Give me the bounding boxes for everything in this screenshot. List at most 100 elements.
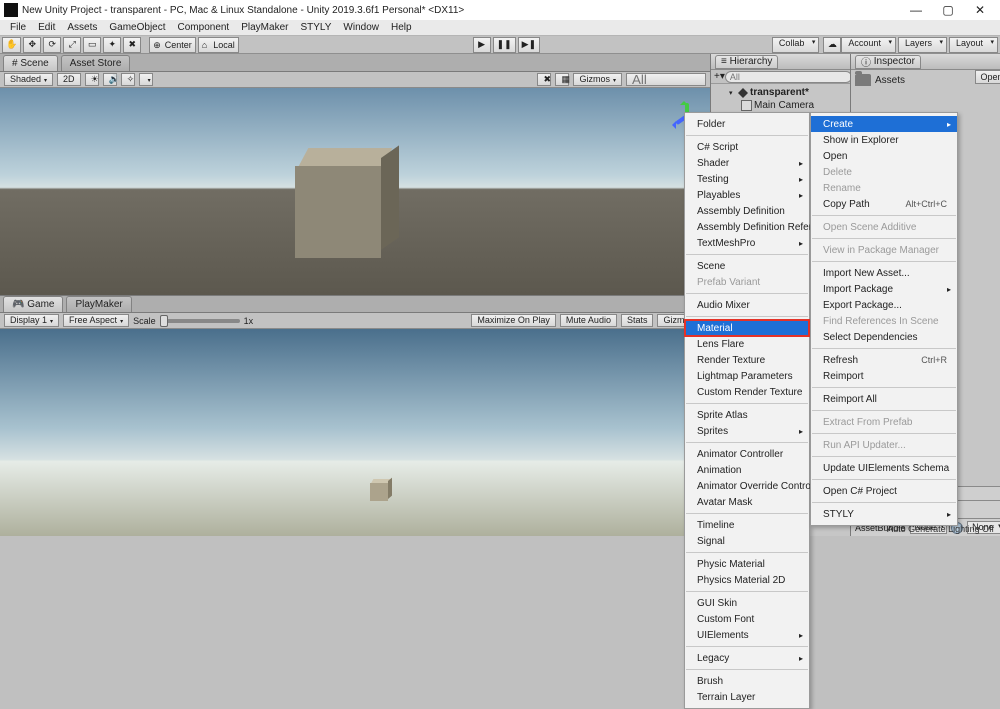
scene-fx-icon[interactable]: ✧	[121, 73, 135, 86]
tab-asset-store[interactable]: Asset Store	[61, 55, 131, 71]
menu-gameobject[interactable]: GameObject	[103, 22, 171, 33]
aspect-select[interactable]: Free Aspect	[63, 314, 129, 327]
menu-item[interactable]: UIElements	[685, 627, 809, 643]
menu-item[interactable]: Scene	[685, 258, 809, 274]
menu-item[interactable]: Audio Mixer	[685, 297, 809, 313]
tool-custom[interactable]: ✖	[123, 37, 141, 53]
menu-file[interactable]: File	[4, 22, 32, 33]
menu-edit[interactable]: Edit	[32, 22, 61, 33]
menu-item[interactable]: STYLY	[811, 506, 957, 522]
menu-item[interactable]: Select Dependencies	[811, 329, 957, 345]
menu-item[interactable]: Animator Override Controller	[685, 478, 809, 494]
menu-item[interactable]: Open	[811, 148, 957, 164]
menu-item[interactable]: RefreshCtrl+R	[811, 352, 957, 368]
menu-item[interactable]: C# Script	[685, 139, 809, 155]
menu-item[interactable]: Timeline	[685, 517, 809, 533]
maximize-on-play[interactable]: Maximize On Play	[471, 314, 556, 327]
tool-hand[interactable]: ✋	[2, 37, 21, 53]
menu-item[interactable]: Shader	[685, 155, 809, 171]
menu-assets[interactable]: Assets	[61, 22, 103, 33]
handle-mode[interactable]: ⌂ Local	[198, 37, 239, 53]
menu-item[interactable]: Testing	[685, 171, 809, 187]
menu-item[interactable]: Create	[811, 116, 957, 132]
minimize-button[interactable]: —	[900, 1, 932, 19]
menu-item[interactable]: Sprite Atlas	[685, 407, 809, 423]
scene-cam-icon[interactable]: ✖	[537, 73, 551, 86]
menu-item[interactable]: Folder	[685, 116, 809, 132]
menu-item[interactable]: Assembly Definition Reference	[685, 219, 809, 235]
menu-item[interactable]: Legacy	[685, 650, 809, 666]
scene-light-icon[interactable]: ☀	[85, 73, 99, 86]
tool-move[interactable]: ✥	[23, 37, 41, 53]
shading-mode[interactable]: Shaded	[4, 73, 53, 86]
hierarchy-title[interactable]: ≡ Hierarchy	[715, 55, 778, 69]
play-button[interactable]: ▶	[473, 37, 491, 53]
maximize-button[interactable]: ▢	[932, 1, 964, 19]
scale-slider[interactable]	[160, 319, 240, 323]
menu-item[interactable]: Physic Material	[685, 556, 809, 572]
menu-item[interactable]: Lens Flare	[685, 336, 809, 352]
menu-item[interactable]: Update UIElements Schema	[811, 460, 957, 476]
menu-item[interactable]: Show in Explorer	[811, 132, 957, 148]
menu-item[interactable]: Reimport	[811, 368, 957, 384]
menu-help[interactable]: Help	[385, 22, 418, 33]
open-button[interactable]: Open	[975, 70, 1000, 84]
menu-item[interactable]: Lightmap Parameters	[685, 368, 809, 384]
hierarchy-item-camera[interactable]: Main Camera	[713, 99, 848, 112]
menu-item[interactable]: Brush	[685, 673, 809, 689]
menu-styly[interactable]: STYLY	[294, 22, 337, 33]
menu-item[interactable]: Animation	[685, 462, 809, 478]
menu-item[interactable]: Terrain Layer	[685, 689, 809, 705]
scene-view[interactable]	[0, 88, 710, 295]
menu-item[interactable]: Signal	[685, 533, 809, 549]
menu-item[interactable]: Copy PathAlt+Ctrl+C	[811, 196, 957, 212]
create-submenu[interactable]: FolderC# ScriptShaderTestingPlayablesAss…	[684, 112, 810, 709]
menu-playmaker[interactable]: PlayMaker	[235, 22, 294, 33]
menu-item[interactable]: Open C# Project	[811, 483, 957, 499]
scene-fx-drop[interactable]	[139, 73, 153, 86]
step-button[interactable]: ▶❚	[518, 37, 540, 53]
tool-rect[interactable]: ▭	[83, 37, 101, 53]
menu-component[interactable]: Component	[172, 22, 236, 33]
game-view[interactable]	[0, 329, 710, 536]
menu-item[interactable]: Export Package...	[811, 297, 957, 313]
pause-button[interactable]: ❚❚	[493, 37, 516, 53]
gizmos-dropdown[interactable]: Gizmos	[573, 73, 622, 86]
tab-playmaker[interactable]: PlayMaker	[66, 296, 131, 312]
tool-scale[interactable]: ⤢	[63, 37, 81, 53]
cloud-button[interactable]: ☁	[823, 37, 841, 53]
menu-item[interactable]: Custom Font	[685, 611, 809, 627]
menu-item[interactable]: Avatar Mask	[685, 494, 809, 510]
menu-item[interactable]: Custom Render Texture	[685, 384, 809, 400]
hierarchy-search[interactable]	[725, 71, 852, 83]
tab-scene[interactable]: # Scene	[3, 55, 58, 71]
tool-rotate[interactable]: ⟳	[43, 37, 61, 53]
scene-audio-icon[interactable]: 🔊	[103, 73, 117, 86]
pivot-mode[interactable]: ⊕ Center	[149, 37, 196, 53]
menu-item[interactable]: Import Package	[811, 281, 957, 297]
layers-dropdown[interactable]: Layers	[898, 37, 947, 53]
menu-item[interactable]: Physics Material 2D	[685, 572, 809, 588]
stats-button[interactable]: Stats	[621, 314, 654, 327]
account-dropdown[interactable]: Account	[841, 37, 896, 53]
collab-dropdown[interactable]: Collab	[772, 37, 820, 53]
menu-item[interactable]: Render Texture	[685, 352, 809, 368]
tool-transform[interactable]: ✦	[103, 37, 121, 53]
mode-2d[interactable]: 2D	[57, 73, 81, 86]
layout-dropdown[interactable]: Layout	[949, 37, 998, 53]
menu-item[interactable]: Reimport All	[811, 391, 957, 407]
mute-audio[interactable]: Mute Audio	[560, 314, 617, 327]
tab-game[interactable]: 🎮 Game	[3, 296, 63, 312]
scene-cube[interactable]	[295, 148, 395, 258]
display-select[interactable]: Display 1	[4, 314, 59, 327]
inspector-title[interactable]: ⓘ Inspector	[855, 55, 921, 69]
scene-grid-icon[interactable]: ▦	[555, 73, 569, 86]
scene-search[interactable]	[626, 73, 706, 86]
hierarchy-scene-row[interactable]: ▾transparent*	[713, 86, 848, 99]
menu-item[interactable]: Assembly Definition	[685, 203, 809, 219]
menu-item[interactable]: Import New Asset...	[811, 265, 957, 281]
hierarchy-create[interactable]: +▾	[714, 71, 725, 82]
menu-item[interactable]: Sprites	[685, 423, 809, 439]
menu-item[interactable]: TextMeshPro	[685, 235, 809, 251]
menu-item[interactable]: Playables	[685, 187, 809, 203]
